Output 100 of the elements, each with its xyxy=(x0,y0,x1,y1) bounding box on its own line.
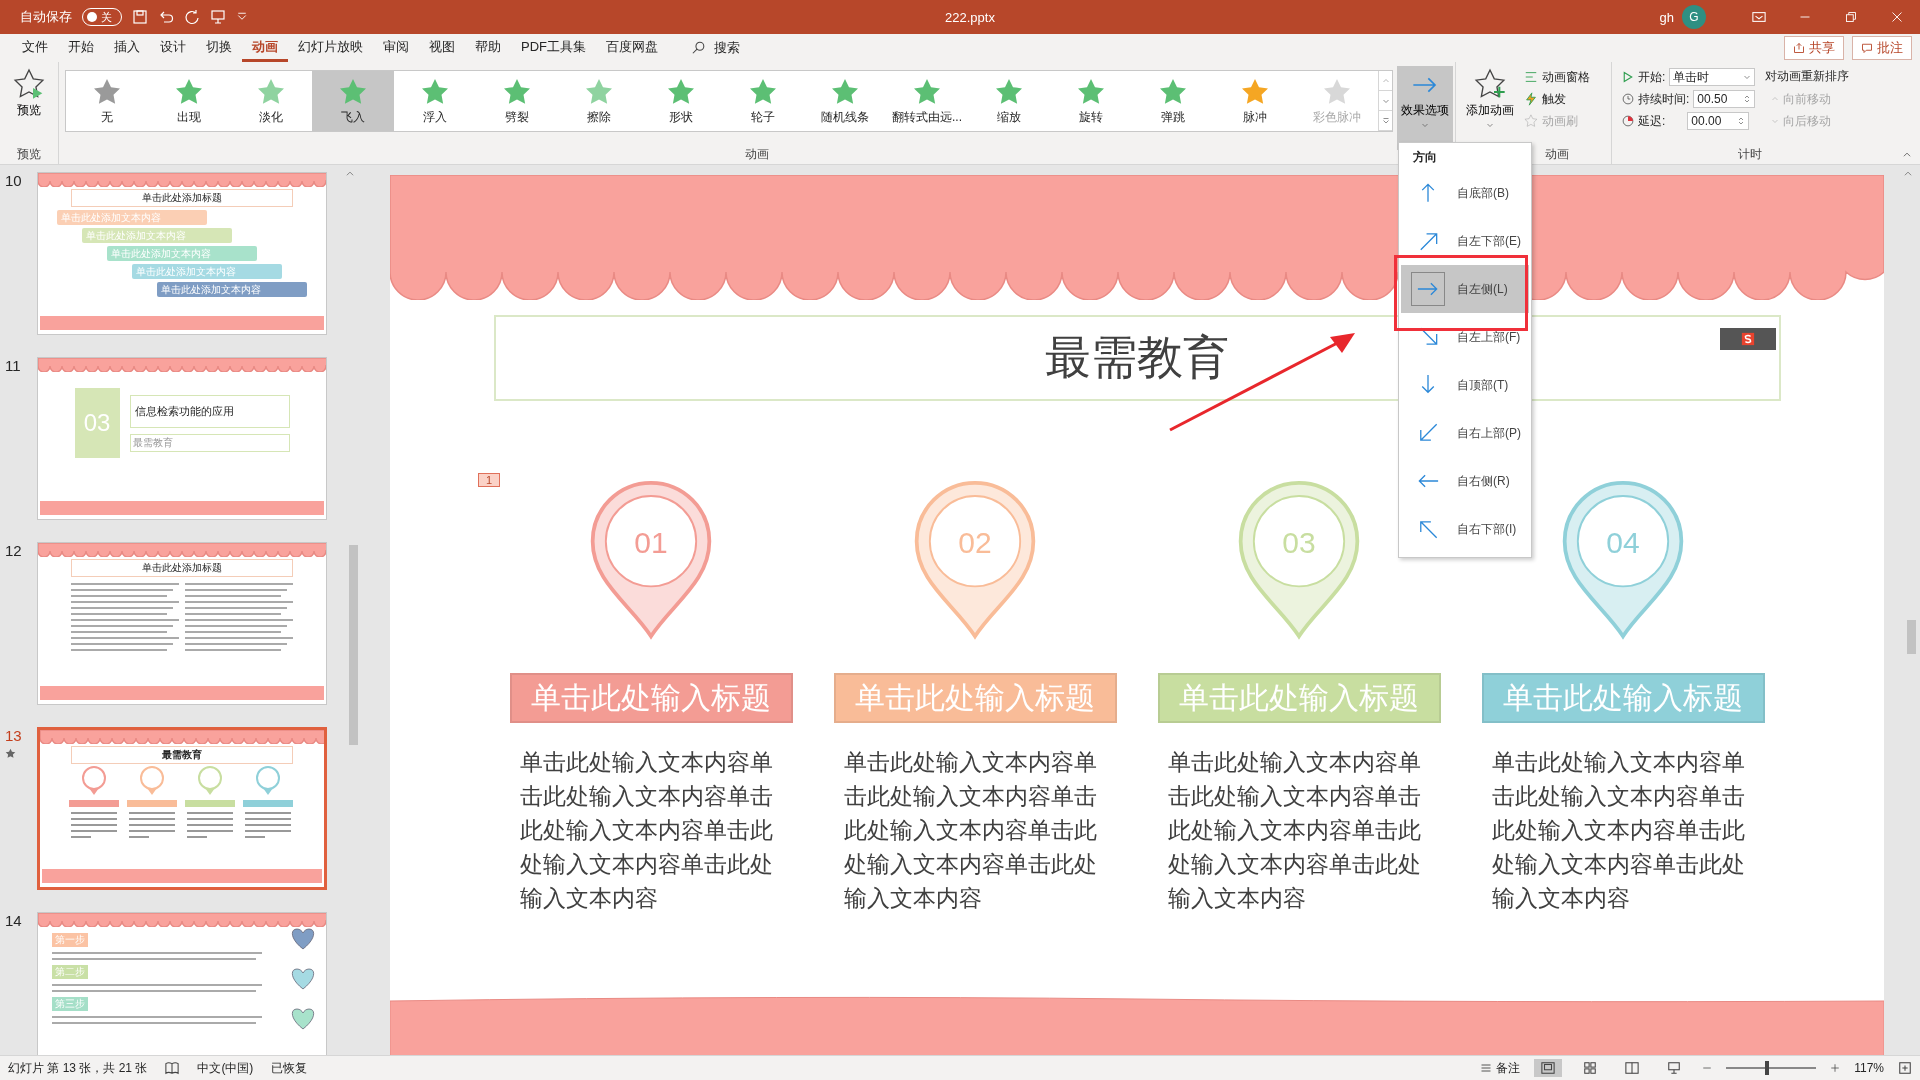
animation-option[interactable]: 淡化 xyxy=(230,71,312,131)
delay-field[interactable]: 00.00 xyxy=(1687,112,1750,130)
slide-thumbnail[interactable]: 单击此处添加标题 单击此处添加文本内容 单击此处添加文本内容 单击此处添加文本内容 单击此处添加文本内容 单击此处添加文本内容 xyxy=(37,172,327,335)
preview-button[interactable]: 预览 xyxy=(9,66,49,121)
direction-option[interactable]: 自顶部(T) xyxy=(1401,361,1529,409)
step-bar: 单击此处添加文本内容 xyxy=(132,264,282,279)
animation-option[interactable]: 劈裂 xyxy=(476,71,558,131)
recovery-status: 已恢复 xyxy=(271,1059,308,1077)
advanced-animation-item[interactable]: 触发 xyxy=(1524,90,1590,108)
animation-option[interactable]: 形状 xyxy=(640,71,722,131)
menu-tab[interactable]: 切换 xyxy=(196,34,242,62)
collapse-ribbon-icon[interactable] xyxy=(1902,150,1912,160)
present-icon[interactable] xyxy=(210,9,226,25)
zoom-in-icon[interactable] xyxy=(1830,1063,1841,1073)
reading-view-icon[interactable] xyxy=(1625,1061,1640,1075)
effect-options-button[interactable]: 效果选项 xyxy=(1397,66,1453,150)
delay-label: 延迟: xyxy=(1638,112,1666,130)
spinner-icon[interactable] xyxy=(1737,117,1746,125)
animation-option[interactable]: 无 xyxy=(66,71,148,131)
comment-icon[interactable] xyxy=(1861,42,1873,54)
normal-view-icon[interactable] xyxy=(1541,1061,1556,1075)
scrollbar-thumb[interactable] xyxy=(349,545,358,745)
undo-icon[interactable] xyxy=(158,9,174,25)
menu-tab[interactable]: 帮助 xyxy=(465,34,511,62)
slide-sorter-icon[interactable] xyxy=(1583,1061,1598,1075)
slideshow-icon[interactable] xyxy=(1667,1061,1682,1075)
animation-option[interactable]: 出现 xyxy=(148,71,230,131)
scrollbar-thumb[interactable] xyxy=(1907,620,1916,654)
customize-caret-icon[interactable] xyxy=(236,11,248,23)
zoom-level[interactable]: 117% xyxy=(1854,1061,1884,1075)
slide-thumbnail[interactable]: 最需教育 xyxy=(37,727,327,890)
slide-thumbnail[interactable]: 单击此处添加标题 xyxy=(37,542,327,705)
comments-button[interactable]: 批注 xyxy=(1852,36,1912,60)
menu-tab[interactable]: 百度网盘 xyxy=(596,34,668,62)
start-dropdown[interactable]: 单击时 xyxy=(1669,68,1756,86)
share-button[interactable]: 共享 xyxy=(1784,36,1844,60)
animation-option[interactable]: 翻转式由远... xyxy=(886,71,968,131)
step-label: 第三步 xyxy=(52,997,88,1011)
menu-tab[interactable]: 开始 xyxy=(58,34,104,62)
user-name: gh xyxy=(1659,9,1674,25)
language-status[interactable]: 中文(中国) xyxy=(197,1059,254,1077)
card-body-text[interactable]: 单击此处输入文本内容单击此处输入文本内容单击此处输入文本内容单击此处输入文本内容单击此处输入文本内容 xyxy=(1168,745,1430,915)
direction-option[interactable]: 自左上部(F) xyxy=(1401,313,1529,361)
fit-slide-icon[interactable] xyxy=(1898,1061,1912,1075)
animation-option[interactable]: 旋转 xyxy=(1050,71,1132,131)
share-icon[interactable] xyxy=(1793,42,1805,54)
close-icon[interactable] xyxy=(1891,11,1903,23)
slide-thumbnail[interactable]: 03 信息检索功能的应用 最需教育 xyxy=(37,357,327,520)
scroll-up-icon[interactable] xyxy=(345,169,355,179)
ime-icon xyxy=(1741,332,1755,346)
animation-option[interactable]: 弹跳 xyxy=(1132,71,1214,131)
slide-title[interactable]: 最需教育 xyxy=(1045,327,1229,389)
duration-field[interactable]: 00.50 xyxy=(1693,90,1756,108)
card-body-text[interactable]: 单击此处输入文本内容单击此处输入文本内容单击此处输入文本内容单击此处输入文本内容单击此处输入文本内容 xyxy=(1492,745,1754,915)
slide-number: 13 xyxy=(5,727,23,744)
restore-icon[interactable] xyxy=(1845,11,1857,23)
menu-tab[interactable]: 插入 xyxy=(104,34,150,62)
animation-option[interactable]: 擦除 xyxy=(558,71,640,131)
redo-icon[interactable] xyxy=(184,9,200,25)
notes-icon[interactable] xyxy=(1480,1062,1493,1074)
direction-option[interactable]: 自右上部(P) xyxy=(1401,409,1529,457)
pin-number: 03 xyxy=(1281,526,1317,560)
slide-title: 单击此处添加标题 xyxy=(71,559,293,577)
menu-tab[interactable]: 设计 xyxy=(150,34,196,62)
animation-tag[interactable]: 1 xyxy=(478,473,501,487)
group-label: 预览 xyxy=(17,147,41,161)
more-icon[interactable] xyxy=(1381,116,1390,125)
animation-option[interactable]: 轮子 xyxy=(722,71,804,131)
menu-tab[interactable]: 审阅 xyxy=(373,34,419,62)
menu-tab[interactable]: 视图 xyxy=(419,34,465,62)
floating-toolbar[interactable] xyxy=(1720,328,1776,350)
ribbon-display-icon[interactable] xyxy=(1752,10,1766,24)
direction-option[interactable]: 自底部(B) xyxy=(1401,169,1529,217)
save-icon[interactable] xyxy=(132,9,148,25)
group-label: 计时 xyxy=(1737,147,1762,161)
slide-number: 14 xyxy=(5,912,23,929)
user-avatar[interactable]: G xyxy=(1682,5,1706,29)
direction-option[interactable]: 自左侧(L) xyxy=(1401,265,1529,313)
search-icon[interactable] xyxy=(692,41,706,55)
animation-option[interactable]: 缩放 xyxy=(968,71,1050,131)
add-animation-button[interactable]: 添加动画 xyxy=(1462,66,1518,131)
animation-option[interactable]: 随机线条 xyxy=(804,71,886,131)
menu-tab[interactable]: 幻灯片放映 xyxy=(288,34,373,62)
direction-option[interactable]: 自左下部(E) xyxy=(1401,217,1529,265)
advanced-animation-item[interactable]: 动画窗格 xyxy=(1524,68,1590,86)
accessibility-book-icon[interactable] xyxy=(165,1061,180,1075)
animation-option[interactable]: 飞入 xyxy=(312,71,394,131)
direction-option[interactable]: 自右下部(I) xyxy=(1401,505,1529,553)
card-body-text[interactable]: 单击此处输入文本内容单击此处输入文本内容单击此处输入文本内容单击此处输入文本内容单击此处输入文本内容 xyxy=(844,745,1106,915)
menu-tab[interactable]: 文件 xyxy=(12,34,58,62)
spinner-icon[interactable] xyxy=(1743,95,1752,103)
card-body-text[interactable]: 单击此处输入文本内容单击此处输入文本内容单击此处输入文本内容单击此处输入文本内容单击此处输入文本内容 xyxy=(520,745,782,915)
animation-option[interactable]: 脉冲 xyxy=(1214,71,1296,131)
menu-tab[interactable]: PDF工具集 xyxy=(511,34,596,62)
animation-option[interactable]: 浮入 xyxy=(394,71,476,131)
search-label[interactable]: 搜索 xyxy=(714,39,740,57)
direction-option[interactable]: 自右侧(R) xyxy=(1401,457,1529,505)
scroll-up-icon[interactable] xyxy=(1903,169,1913,179)
notes-button[interactable]: 备注 xyxy=(1480,1059,1521,1077)
reorder-label: 对动画重新排序 xyxy=(1765,68,1850,85)
